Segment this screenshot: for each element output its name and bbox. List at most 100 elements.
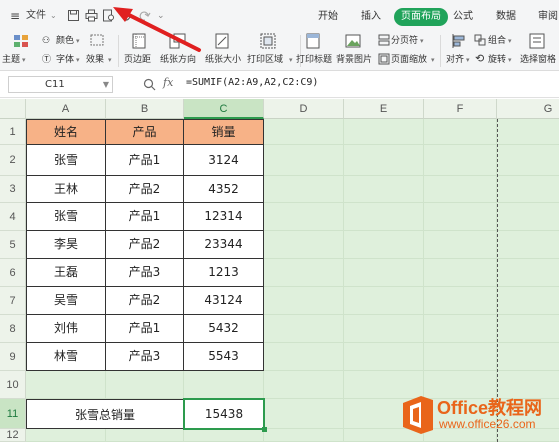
tab-formulas[interactable]: 公式 xyxy=(453,8,473,26)
chevron-down-icon[interactable]: ▾ xyxy=(431,54,435,66)
tab-insert[interactable]: 插入 xyxy=(361,8,381,26)
tab-page-layout[interactable]: 页面布局 xyxy=(394,8,448,26)
zoom-icon[interactable] xyxy=(143,78,156,91)
table-cell[interactable]: 43124 xyxy=(184,287,264,315)
fonts-button[interactable]: 字体 xyxy=(56,54,74,66)
print-titles-button[interactable]: 打印标题 xyxy=(296,54,332,66)
summary-label-cell[interactable]: 张雪总销量 xyxy=(26,399,184,429)
align-button[interactable]: 对齐 xyxy=(446,54,464,66)
print-preview-icon[interactable] xyxy=(102,9,115,22)
table-cell[interactable]: 李昊 xyxy=(26,231,106,259)
column-header-f[interactable]: F xyxy=(424,99,497,119)
table-cell[interactable]: 5543 xyxy=(184,343,264,371)
name-box[interactable]: C11 ▼ xyxy=(8,76,113,93)
table-cell[interactable]: 产品1 xyxy=(106,145,184,176)
tab-review[interactable]: 审阅 xyxy=(538,8,558,26)
row-header-11[interactable]: 11 xyxy=(0,399,26,429)
insert-function-icon[interactable]: fx xyxy=(163,76,173,89)
print-area-button[interactable]: 打印区域 xyxy=(247,54,283,66)
file-menu[interactable]: 文件 xyxy=(26,8,46,24)
hamburger-menu-icon[interactable]: ≡ xyxy=(10,8,20,24)
chevron-down-icon[interactable]: ▾ xyxy=(76,54,80,66)
table-cell[interactable]: 刘伟 xyxy=(26,315,106,343)
effects-button[interactable]: 效果 xyxy=(86,54,104,66)
table-cell[interactable]: 产品2 xyxy=(106,176,184,203)
tab-home[interactable]: 开始 xyxy=(318,8,338,26)
row-header-4[interactable]: 4 xyxy=(0,203,26,231)
page-zoom-button[interactable]: 页面缩放 xyxy=(391,54,427,66)
selected-cell-c11[interactable]: 15438 xyxy=(183,398,265,430)
rotate-button[interactable]: 旋转 xyxy=(488,54,506,66)
theme-button[interactable]: 主题 xyxy=(2,54,20,66)
row-header-9[interactable]: 9 xyxy=(0,343,26,371)
table-cell[interactable]: 王磊 xyxy=(26,259,106,287)
background-image-icon[interactable] xyxy=(344,33,362,49)
table-cell[interactable]: 23344 xyxy=(184,231,264,259)
chevron-down-icon[interactable]: ▾ xyxy=(508,54,512,66)
chevron-down-icon[interactable]: ▾ xyxy=(466,54,470,66)
table-cell[interactable]: 产品1 xyxy=(106,315,184,343)
table-cell[interactable]: 3124 xyxy=(184,145,264,176)
margins-button[interactable]: 页边距 xyxy=(124,54,151,66)
paper-size-button[interactable]: 纸张大小 xyxy=(205,54,241,66)
row-header-12[interactable]: 12 xyxy=(0,429,26,442)
table-header-cell[interactable]: 姓名 xyxy=(26,119,106,145)
chevron-down-icon[interactable]: ▾ xyxy=(22,54,26,66)
chevron-down-icon[interactable]: ▾ xyxy=(289,54,293,66)
rotate-icon[interactable]: ⟲ xyxy=(475,53,484,65)
table-cell[interactable]: 产品2 xyxy=(106,287,184,315)
print-area-icon[interactable] xyxy=(259,33,277,49)
select-all-corner[interactable] xyxy=(0,99,26,119)
chevron-down-icon[interactable]: ⌄ xyxy=(50,8,57,24)
table-header-cell[interactable]: 销量 xyxy=(184,119,264,145)
table-cell[interactable]: 林雪 xyxy=(26,343,106,371)
group-button[interactable]: 组合 xyxy=(488,35,506,47)
save-icon[interactable] xyxy=(67,9,80,22)
background-image-button[interactable]: 背景图片 xyxy=(336,54,372,66)
row-header-7[interactable]: 7 xyxy=(0,287,26,315)
table-cell[interactable]: 4352 xyxy=(184,176,264,203)
align-icon[interactable] xyxy=(450,33,468,49)
row-header-2[interactable]: 2 xyxy=(0,145,26,176)
selection-pane-button[interactable]: 选择窗格 xyxy=(520,54,556,66)
margins-icon[interactable] xyxy=(130,33,148,49)
row-header-1[interactable]: 1 xyxy=(0,119,26,145)
table-cell[interactable]: 产品1 xyxy=(106,203,184,231)
table-cell[interactable]: 产品3 xyxy=(106,343,184,371)
redo-icon[interactable] xyxy=(138,9,151,22)
customize-toolbar-icon[interactable]: ⌄ xyxy=(157,8,165,24)
column-header-e[interactable]: E xyxy=(344,99,424,119)
row-header-5[interactable]: 5 xyxy=(0,231,26,259)
table-cell[interactable]: 吴雪 xyxy=(26,287,106,315)
theme-icon[interactable] xyxy=(12,33,30,49)
formula-input[interactable]: =SUMIF(A2:A9,A2,C2:C9) xyxy=(186,77,318,88)
row-header-6[interactable]: 6 xyxy=(0,259,26,287)
table-cell[interactable]: 王林 xyxy=(26,176,106,203)
chevron-down-icon[interactable]: ▾ xyxy=(420,35,424,47)
table-cell[interactable]: 产品2 xyxy=(106,231,184,259)
tab-data[interactable]: 数据 xyxy=(496,8,516,26)
undo-icon[interactable] xyxy=(119,9,132,22)
table-cell[interactable]: 张雪 xyxy=(26,145,106,176)
colors-button[interactable]: 颜色 xyxy=(56,35,74,47)
table-cell[interactable]: 12314 xyxy=(184,203,264,231)
page-break-icon[interactable] xyxy=(378,34,390,46)
table-header-cell[interactable]: 产品 xyxy=(106,119,184,145)
fonts-icon[interactable]: Ⓣ xyxy=(42,54,51,66)
column-header-b[interactable]: B xyxy=(106,99,184,119)
table-cell[interactable]: 产品3 xyxy=(106,259,184,287)
chevron-down-icon[interactable]: ▾ xyxy=(76,35,80,47)
page-zoom-icon[interactable] xyxy=(378,53,390,65)
selection-pane-icon[interactable] xyxy=(528,33,546,49)
print-icon[interactable] xyxy=(85,9,98,22)
print-titles-icon[interactable] xyxy=(304,33,322,49)
table-cell[interactable]: 5432 xyxy=(184,315,264,343)
group-icon[interactable] xyxy=(474,34,486,46)
paper-size-icon[interactable] xyxy=(213,33,231,49)
orientation-button[interactable]: 纸张方向 xyxy=(160,54,196,66)
table-cell[interactable]: 1213 xyxy=(184,259,264,287)
chevron-down-icon[interactable]: ▾ xyxy=(508,35,512,47)
orientation-icon[interactable] xyxy=(168,33,186,49)
row-header-8[interactable]: 8 xyxy=(0,315,26,343)
effects-icon[interactable] xyxy=(90,34,104,46)
